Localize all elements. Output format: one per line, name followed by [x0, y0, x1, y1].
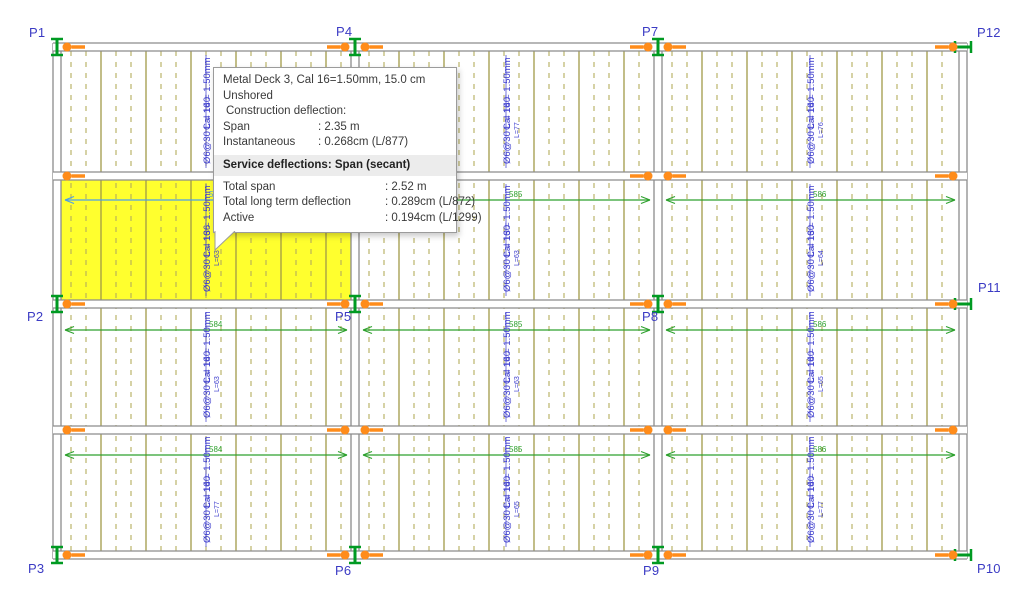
tooltip-row: Span : 2.35 m — [214, 120, 456, 136]
support-marker-dot — [360, 550, 370, 560]
tooltip-construction-header: Construction deflection: — [226, 105, 347, 117]
support-marker-dot — [663, 550, 673, 560]
support-marker-dot — [62, 299, 72, 309]
row-label: Total long term deflection — [223, 196, 351, 208]
slab-panel-r3-b1[interactable] — [63, 310, 349, 424]
column-label-P6: P6 — [335, 563, 352, 578]
slab-panel-r4-b3[interactable] — [664, 436, 957, 549]
slab-panel-r2-b3[interactable] — [664, 182, 957, 298]
slab-panel-r4-b2[interactable] — [361, 436, 652, 549]
slab-panel-r1-b3[interactable] — [664, 53, 957, 170]
support-marker-dot — [643, 425, 653, 435]
tooltip-service-section-header: Service deflections: Span (secant) — [214, 154, 456, 176]
support-marker-dot — [948, 299, 958, 309]
slab-panel-r4-b1[interactable] — [63, 436, 349, 549]
column-label-P4: P4 — [336, 24, 353, 39]
row-label: Total span — [223, 180, 276, 193]
column-label-P12: P12 — [977, 25, 1001, 40]
support-marker-dot — [340, 42, 350, 52]
construction-deflection-rows: Span : 2.35 m Instantaneous : 0.268cm (L/87… — [214, 120, 456, 151]
support-marker-dot — [62, 425, 72, 435]
column-label-P9: P9 — [643, 563, 660, 578]
tooltip-row: Total long term deflection : 0.289cm (L/8… — [214, 195, 475, 211]
support-marker-dot — [948, 550, 958, 560]
support-marker-dot — [948, 425, 958, 435]
row-value: : 2.52 m — [385, 180, 427, 193]
column-label-P3: P3 — [28, 561, 45, 576]
slab-panel-r3-b3[interactable] — [664, 310, 957, 424]
support-marker-dot — [360, 299, 370, 309]
support-marker-dot — [643, 42, 653, 52]
row-value: : 2.35 m — [318, 120, 360, 133]
column-label-P5: P5 — [335, 309, 352, 324]
support-marker-dot — [62, 42, 72, 52]
structural-plan-drawing: 584585586584585586584585586Ø6@30 L = 140… — [0, 0, 1024, 600]
support-marker-dot — [643, 171, 653, 181]
support-marker-dot — [948, 171, 958, 181]
column-label-P7: P7 — [642, 24, 659, 39]
support-marker-dot — [663, 299, 673, 309]
column-label-P2: P2 — [27, 309, 44, 324]
row-value: : 0.268cm (L/877) — [318, 136, 409, 148]
tooltip-title: Metal Deck 3, Cal 16=1.50mm, 15.0 cm — [223, 74, 426, 86]
column-label-P10: P10 — [977, 561, 1001, 576]
column-label-P11: P11 — [978, 280, 1001, 295]
support-marker-dot — [663, 425, 673, 435]
tooltip-row: Active : 0.194cm (L/1299) — [214, 211, 482, 227]
support-marker-dot — [643, 550, 653, 560]
tooltip-pointer-tail — [214, 231, 236, 251]
tooltip-shoring-status: Unshored — [223, 89, 273, 102]
support-marker-dot — [340, 425, 350, 435]
plan-svg: 584585586584585586584585586Ø6@30 L = 140… — [51, 37, 973, 565]
tooltip-row: Instantaneous : 0.268cm (L/877) — [214, 135, 456, 151]
row-value: : 0.289cm (L/872) — [385, 196, 476, 208]
support-marker-dot — [340, 299, 350, 309]
support-marker-dot — [643, 299, 653, 309]
support-marker-dot — [360, 425, 370, 435]
row-label: Active — [223, 211, 255, 224]
column-label-P8: P8 — [642, 309, 659, 324]
row-label: Instantaneous — [223, 136, 296, 148]
support-marker-dot — [663, 171, 673, 181]
service-deflection-rows: Total span : 2.52 m Total long term deflec… — [214, 180, 482, 227]
slab-panel-r3-b2[interactable] — [361, 310, 652, 424]
tooltip-row: Total span : 2.52 m — [214, 180, 456, 196]
support-marker-dot — [62, 171, 72, 181]
column-label-P1: P1 — [29, 25, 46, 40]
row-label: Span — [223, 120, 250, 133]
row-value: : 0.194cm (L/1299) — [385, 211, 482, 224]
support-marker-dot — [360, 42, 370, 52]
support-marker-dot — [340, 550, 350, 560]
deflection-tooltip: Metal Deck 3, Cal 16=1.50mm, 15.0 cm Uns… — [213, 67, 482, 251]
floor-plan-canvas: 584585586584585586584585586Ø6@30 L = 140… — [0, 0, 1024, 600]
support-marker-dot — [948, 42, 958, 52]
support-marker-dot — [62, 550, 72, 560]
support-marker-dot — [663, 42, 673, 52]
